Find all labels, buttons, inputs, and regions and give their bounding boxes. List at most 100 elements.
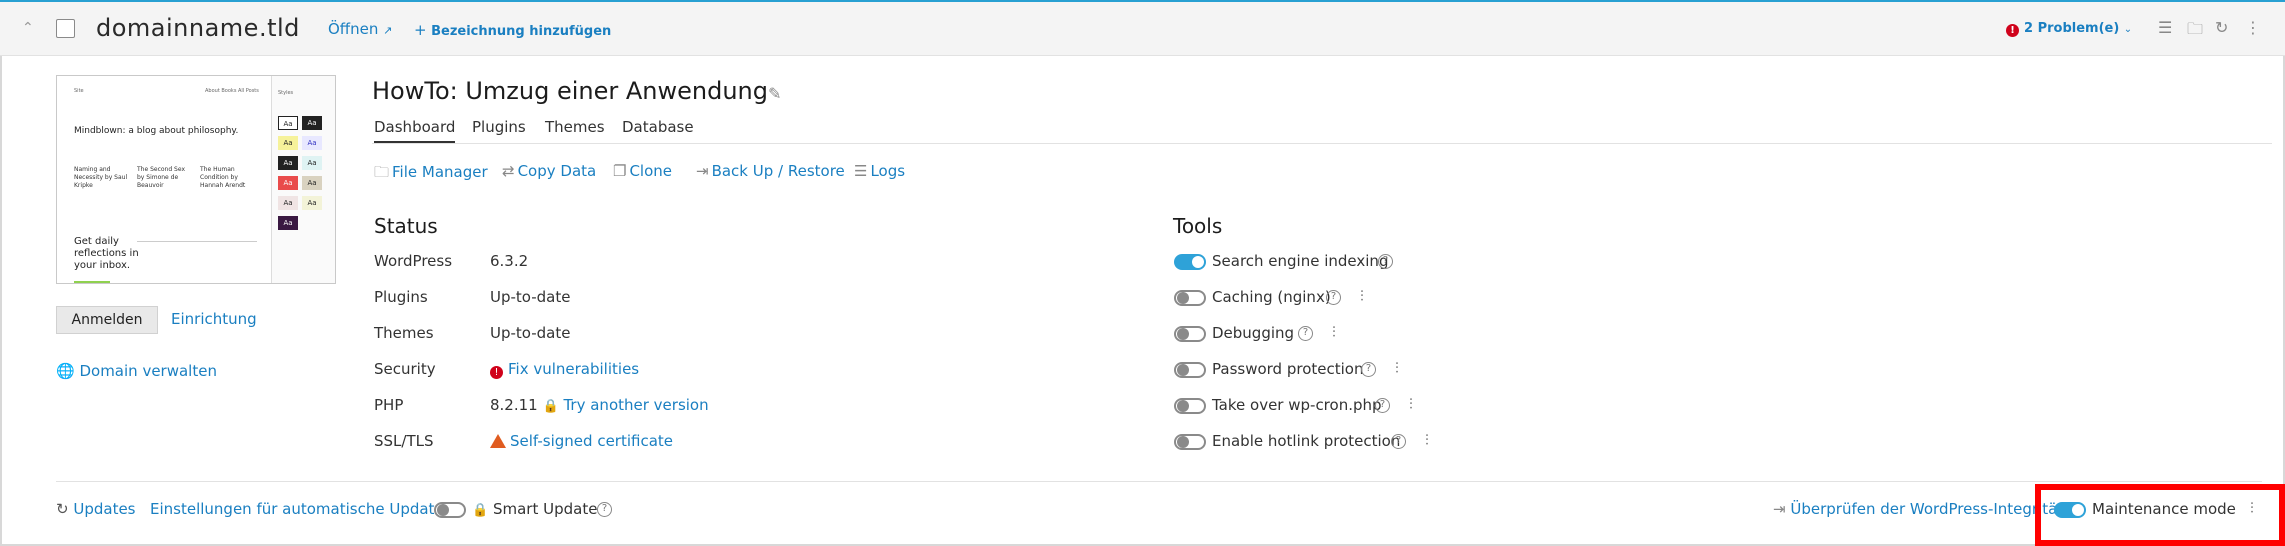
copy-data-link[interactable]: ⇄ Copy Data (502, 162, 596, 180)
error-icon: ! (490, 366, 503, 379)
status-label-security: Security (374, 360, 436, 378)
certificate-label: Self-signed certificate (510, 432, 674, 450)
fix-vulnerabilities-label: Fix vulnerabilities (508, 360, 640, 378)
settings-sliders-icon[interactable]: ⫶ (1409, 395, 1413, 413)
refresh-icon[interactable]: ↻ (2215, 18, 2235, 38)
search-indexing-toggle[interactable] (1174, 254, 1206, 270)
domain-title: domainname.tld (96, 14, 300, 42)
fix-vulnerabilities-link[interactable]: ! Fix vulnerabilities (490, 360, 639, 379)
thumb-nav: About Books All Posts (205, 88, 259, 94)
thumb-post-2: The Second Sex by Simone de Beauvoir (137, 166, 185, 189)
wp-cron-toggle[interactable] (1174, 398, 1206, 414)
settings-sliders-icon[interactable]: ⫶ (1395, 359, 1399, 377)
error-icon: ! (2006, 24, 2019, 37)
debugging-toggle[interactable] (1174, 326, 1206, 342)
help-icon[interactable]: ? (1298, 326, 1313, 341)
help-icon[interactable]: ? (1378, 254, 1393, 269)
site-panel (0, 56, 2285, 546)
status-value-php: 8.2.11 🔒 Try another version (490, 396, 709, 414)
smart-update-label: Smart Update (492, 500, 598, 518)
lock-icon: 🔒 (542, 399, 559, 414)
add-label-text: Bezeichnung hinzufügen (431, 24, 612, 39)
check-integrity-icon: ⇥ (1773, 500, 1786, 518)
settings-sliders-icon[interactable]: ⫶ (1360, 287, 1364, 305)
warning-icon (490, 434, 506, 448)
file-manager-link[interactable]: 🗀 File Manager (374, 162, 488, 187)
try-another-version-link[interactable]: Try another version (563, 396, 708, 414)
status-label-themes: Themes (374, 324, 434, 342)
swatch: Aa (278, 216, 298, 230)
bottom-divider (56, 481, 2262, 482)
tab-database[interactable]: Database (622, 118, 694, 136)
manage-domain-link[interactable]: 🌐 Domain verwalten (56, 362, 217, 380)
external-link-icon: ↗ (383, 24, 393, 37)
select-checkbox[interactable] (56, 19, 75, 38)
help-icon[interactable]: ? (597, 502, 612, 517)
thumb-post-1: Naming and Necessity by Saul Kripke (74, 166, 128, 189)
more-vertical-icon[interactable]: ⋮ (2245, 18, 2265, 38)
password-protection-toggle[interactable] (1174, 362, 1206, 378)
refresh-icon: ↻ (56, 500, 69, 518)
swatch: Aa (278, 136, 298, 150)
maintenance-mode-toggle[interactable] (2054, 502, 2086, 518)
php-version: 8.2.11 (490, 396, 538, 414)
collapse-caret-icon[interactable]: ⌃ (22, 20, 34, 36)
tab-dashboard[interactable]: Dashboard (374, 118, 456, 143)
lock-icon: 🔒 (472, 503, 489, 518)
list-view-icon[interactable]: ☰ (2158, 18, 2178, 38)
swatch: Aa (278, 176, 298, 190)
clone-link[interactable]: ❐ Clone (613, 162, 672, 180)
hotlink-protection-label: Enable hotlink protection (1212, 432, 1401, 450)
tab-plugins[interactable]: Plugins (472, 118, 526, 136)
logs-link[interactable]: ☰ Logs (854, 162, 905, 180)
settings-sliders-icon[interactable]: ⫶ (1332, 323, 1336, 341)
add-label-button[interactable]: + Bezeichnung hinzufügen (414, 21, 611, 39)
smart-update-toggle[interactable] (434, 502, 466, 518)
swatch: Aa (302, 136, 322, 150)
debugging-label: Debugging (1212, 324, 1295, 342)
backup-restore-link[interactable]: ⇥ Back Up / Restore (696, 162, 845, 180)
help-icon[interactable]: ? (1326, 290, 1341, 305)
thumb-side-title: Styles (278, 90, 294, 96)
folder-icon[interactable]: 🗀 (2187, 18, 2207, 38)
help-icon[interactable]: ? (1361, 362, 1376, 377)
login-button[interactable]: Anmelden (56, 306, 158, 334)
tab-themes[interactable]: Themes (545, 118, 605, 136)
open-link[interactable]: Öffnen ↗ (328, 20, 392, 38)
thumb-headline: Mindblown: a blog about philosophy. (74, 126, 239, 136)
settings-sliders-icon[interactable]: ⫶ (1425, 431, 1429, 449)
edit-pencil-icon[interactable]: ✎ (768, 84, 781, 103)
site-preview-thumbnail[interactable]: Site About Books All Posts Mindblown: a … (56, 75, 336, 284)
copy-data-label: Copy Data (517, 162, 597, 180)
smart-update: 🔒 Smart Update (472, 500, 597, 518)
status-label-plugins: Plugins (374, 288, 428, 306)
thumb-site-name: Site (74, 88, 84, 94)
problems-dropdown[interactable]: ! 2 Problem(e) ⌄ (2006, 21, 2132, 37)
auto-updates-settings-link[interactable]: Einstellungen für automatische Updates (150, 500, 452, 518)
folder-icon: 🗀 (374, 163, 390, 181)
hotlink-protection-toggle[interactable] (1174, 434, 1206, 450)
help-icon[interactable]: ? (1391, 434, 1406, 449)
site-title: HowTo: Umzug einer Anwendung (372, 77, 768, 105)
clone-label: Clone (629, 162, 673, 180)
domain-header: ⌃ domainname.tld Öffnen ↗ + Bezeichnung … (0, 2, 2285, 56)
wp-cron-label: Take over wp-cron.php (1212, 396, 1382, 414)
caching-label: Caching (nginx) (1212, 288, 1331, 306)
updates-link[interactable]: ↻ Updates (56, 500, 136, 518)
status-value-wordpress: 6.3.2 (490, 252, 529, 270)
open-label: Öffnen (328, 20, 379, 38)
logs-label: Logs (870, 162, 906, 180)
swatch: Aa (278, 116, 298, 130)
status-heading: Status (374, 214, 438, 238)
file-manager-label: File Manager (392, 163, 488, 181)
settings-sliders-icon[interactable]: ⫶ (2250, 499, 2254, 517)
swatch: Aa (302, 156, 322, 170)
caching-toggle[interactable] (1174, 290, 1206, 306)
sync-icon: ⇄ (502, 162, 515, 180)
wordpress-integrity-link[interactable]: ⇥ Überprüfen der WordPress-Integrität (1773, 500, 2063, 518)
thumb-divider (137, 241, 257, 242)
setup-link[interactable]: Einrichtung (171, 310, 257, 328)
self-signed-certificate-link[interactable]: Self-signed certificate (490, 432, 673, 450)
tabs-divider (372, 143, 2272, 144)
help-icon[interactable]: ? (1375, 398, 1390, 413)
